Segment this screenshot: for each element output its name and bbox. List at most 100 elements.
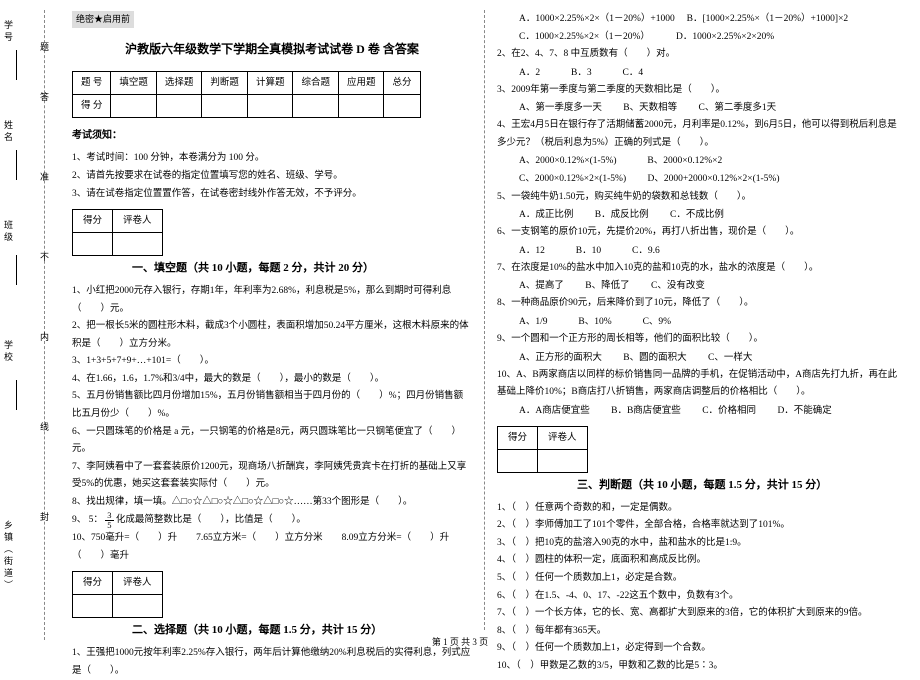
c6b: B．10 — [576, 246, 601, 256]
fill-q6: 6、一只圆珠笔的价格是 a 元，一只钢笔的价格是8元，两只圆珠笔比一只钢笔便宜了… — [72, 424, 472, 459]
fill-q5: 5、五月份销售额比四月份增加15%，五月份销售额相当于四月份的（ ）%；四月份销… — [72, 388, 472, 423]
score-h1: 填空题 — [111, 71, 157, 94]
fill-q7: 7、李阿姨看中了一套套装原价1200元，现商场八折酬宾，李阿姨凭贵宾卡在打折的基… — [72, 459, 472, 494]
judge-q10: 10、（ ）甲数是乙数的3/5，甲数和乙数的比是5∶3。 — [497, 658, 898, 676]
c1a: A．1000×2.25%×2×（1－20%）+1000 — [519, 14, 675, 24]
binding-blank-class — [16, 255, 26, 285]
score-h7: 总分 — [384, 71, 420, 94]
frac-d: 5 — [105, 521, 113, 530]
section-3-title: 三、判断题（共 10 小题，每题 1.5 分，共计 15 分） — [497, 475, 898, 496]
fill-q9-post: 化成最简整数比是（ ），比值是（ ）。 — [116, 516, 306, 526]
mini-score-1: 得分评卷人 — [72, 209, 163, 256]
judge-q6: 6、（ ）在1.5、-4、0、17、-22这五个数中，负数有3个。 — [497, 588, 898, 606]
choice-q1: 1、王强把1000元按年利率2.25%存入银行，两年后计算他缴纳20%利息税后的… — [72, 645, 472, 680]
c7a: A、提高了 — [519, 281, 564, 291]
c5b: B．成反比例 — [595, 210, 649, 220]
c8b: B、10% — [578, 317, 611, 327]
choice-q6: 6、一支钢笔的原价10元，先提价20%，再打八折出售，现价是（ ）。 — [497, 224, 898, 242]
seal-no: 不 — [40, 250, 49, 263]
c9-opts: A、正方形的面积大 B、圆的面积大 C、一样大 — [497, 349, 898, 367]
mini-blank — [498, 449, 538, 472]
section-1-title: 一、填空题（共 10 小题，每题 2 分，共计 20 分） — [72, 258, 472, 279]
score-cell — [247, 94, 293, 117]
c5c: C．不成比例 — [670, 210, 724, 220]
mini-blank — [73, 595, 113, 618]
score-cell — [111, 94, 157, 117]
fraction: 35 — [105, 511, 113, 529]
c3b: B、天数相等 — [623, 103, 677, 113]
page-body: 绝密★启用前 沪教版六年级数学下学期全真模拟考试试卷 D 卷 含答案 题 号 填… — [60, 10, 910, 630]
fill-q10: 10、750毫升=（ ）升 7.65立方米=（ ）立方分米 8.09立方分米=（… — [72, 530, 472, 565]
notice-heading: 考试须知： — [72, 126, 472, 145]
fill-q9-pre: 9、 — [72, 516, 86, 526]
choice-q2: 2、在2、4、7、8 中互质数有（ ）对。 — [497, 46, 898, 64]
score-table: 题 号 填空题 选择题 判断题 计算题 综合题 应用题 总分 得 分 — [72, 71, 421, 118]
c10-opts: A．A商店便宜些 B．B商店便宜些 C．价格相同 D．不能确定 — [497, 402, 898, 420]
c6c: C．9.6 — [632, 246, 660, 256]
judge-q5: 5、（ ）任何一个质数加上1，必定是合数。 — [497, 570, 898, 588]
c7b: B、降低了 — [585, 281, 629, 291]
judge-q1: 1、（ ）任意两个奇数的和，一定是偶数。 — [497, 500, 898, 518]
binding-blank-name — [16, 150, 26, 180]
seal-seal: 封 — [40, 510, 49, 523]
score-cell — [202, 94, 248, 117]
c1c: C．1000×2.25%×2×（1－20%） — [519, 32, 645, 42]
c9c: C、一样大 — [708, 353, 752, 363]
page-footer: 第 1 页 共 3 页 — [0, 635, 920, 648]
fill-q3: 3、1+3+5+7+9+…+101=（ ）。 — [72, 353, 472, 371]
score-h6: 应用题 — [338, 71, 384, 94]
c4c: C、2000×0.12%×2×(1-5%) — [519, 174, 626, 184]
c8c: C、9% — [643, 317, 672, 327]
c7c: C、没有改变 — [651, 281, 705, 291]
seal-allow: 准 — [40, 170, 49, 183]
binding-label-id: 学号 — [2, 20, 15, 44]
c2-opts: A．2 B．3 C．4 — [497, 64, 898, 82]
score-cell — [293, 94, 339, 117]
fill-q9: 9、 5： 35 化成最简整数比是（ ），比值是（ ）。 — [72, 511, 472, 530]
judge-q7: 7、（ ）一个长方体，它的长、宽、高都扩大到原来的3倍，它的体积扩大到原来的9倍… — [497, 605, 898, 623]
mini-c2b: 评卷人 — [113, 572, 163, 595]
score-cell — [384, 94, 420, 117]
mini-c1: 得分 — [73, 210, 113, 233]
notice-3: 3、请在试卷指定位置置作答，在试卷密封线外作答无效，不予评分。 — [72, 185, 472, 203]
c4b: B、2000×0.12%×2 — [647, 156, 722, 166]
c8a: A、1/9 — [519, 317, 548, 327]
mini-c2: 评卷人 — [113, 210, 163, 233]
score-h3: 判断题 — [202, 71, 248, 94]
mini-blank — [113, 233, 163, 256]
score-h5: 综合题 — [293, 71, 339, 94]
c1-opts: A．1000×2.25%×2×（1－20%）+1000 B．[1000×2.25… — [497, 10, 898, 46]
c1d: D．1000×2.25%×2×20% — [676, 32, 774, 42]
choice-q7: 7、在浓度是10%的盐水中加入10克的盐和10克的水，盐水的浓度是（ ）。 — [497, 260, 898, 278]
right-column: A．1000×2.25%×2×（1－20%）+1000 B．[1000×2.25… — [485, 10, 910, 630]
c2b: B．3 — [571, 68, 592, 78]
c1b: B．[1000×2.25%×（1－20%）+1000]×2 — [687, 14, 849, 24]
seal-line: 线 — [40, 420, 49, 433]
judge-q3: 3、（ ）把10克的盐溶入90克的水中，盐和盐水的比是1:9。 — [497, 535, 898, 553]
c6a: A．12 — [519, 246, 545, 256]
mini-blank — [113, 595, 163, 618]
c8-opts: A、1/9 B、10% C、9% — [497, 313, 898, 331]
c7-opts: A、提高了 B、降低了 C、没有改变 — [497, 277, 898, 295]
mini-c1b: 得分 — [73, 572, 113, 595]
fill-q4: 4、在1.66，1.6，1.7%和3/4中，最大的数是（ ），最小的数是（ ）。 — [72, 371, 472, 389]
c10c: C．价格相同 — [702, 406, 756, 416]
binding-dotted-line — [44, 10, 45, 640]
c2c: C．4 — [623, 68, 644, 78]
choice-q8: 8、一种商品原价90元，后来降价到了10元，降低了（ ）。 — [497, 295, 898, 313]
notice-2: 2、请首先按要求在试卷的指定位置填写您的姓名、班级、学号。 — [72, 167, 472, 185]
mini-score-3: 得分评卷人 — [497, 426, 588, 473]
judge-q2: 2、（ ）李师傅加工了101个零件，全部合格，合格率就达到了101%。 — [497, 517, 898, 535]
score-h4: 计算题 — [247, 71, 293, 94]
seal-ans: 答 — [40, 90, 49, 103]
notice-1: 1、考试时间：100 分钟，本卷满分为 100 分。 — [72, 149, 472, 167]
choice-q4: 4、王宏4月5日在银行存了活期储蓄2000元，月利率是0.12%，到6月5日，他… — [497, 117, 898, 152]
c3-opts: A、第一季度多一天 B、天数相等 C、第二季度多1天 — [497, 99, 898, 117]
mini-blank — [538, 449, 588, 472]
left-column: 绝密★启用前 沪教版六年级数学下学期全真模拟考试试卷 D 卷 含答案 题 号 填… — [60, 10, 485, 630]
binding-label-town: 乡镇（街道） — [2, 520, 15, 592]
choice-q3: 3、2009年第一季度与第二季度的天数相比是（ ）。 — [497, 82, 898, 100]
choice-q5: 5、一袋纯牛奶1.50元，购买纯牛奶的袋数和总钱数（ ）。 — [497, 189, 898, 207]
mini-score-2: 得分评卷人 — [72, 571, 163, 618]
binding-label-name: 姓名 — [2, 120, 15, 144]
